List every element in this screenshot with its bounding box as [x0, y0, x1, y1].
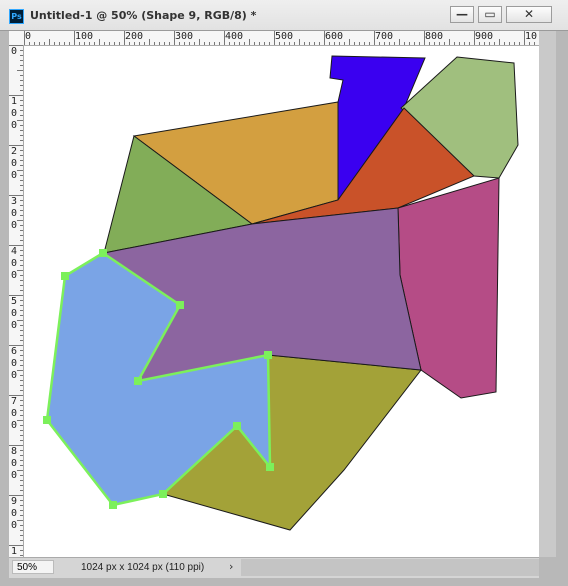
- horizontal-ruler[interactable]: 0 100 200 300 400 500 600 700 800 900 10: [9, 31, 539, 46]
- ruler-label: 0: [11, 46, 18, 57]
- ruler-label: 500: [11, 296, 18, 331]
- anchor-point-handle[interactable]: [266, 463, 274, 471]
- photoshop-app-icon: Ps: [9, 9, 24, 24]
- anchor-point-handle[interactable]: [233, 422, 241, 430]
- anchor-point-handle[interactable]: [109, 501, 117, 509]
- ruler-label: 10: [525, 31, 538, 42]
- minimize-button[interactable]: —: [450, 6, 474, 23]
- ruler-label: 200: [11, 146, 18, 181]
- vertical-scrollbar[interactable]: [539, 31, 556, 557]
- maximize-button[interactable]: ▭: [478, 6, 502, 23]
- anchor-point-handle[interactable]: [61, 272, 69, 280]
- ruler-label: 1: [11, 546, 18, 557]
- anchor-point-handle[interactable]: [99, 249, 107, 257]
- ruler-label: 300: [11, 196, 18, 231]
- close-button[interactable]: ✕: [506, 6, 552, 23]
- document-info: 1024 px x 1024 px (110 ppi): [81, 562, 205, 573]
- ruler-label: 700: [375, 31, 394, 42]
- anchor-point-handle[interactable]: [176, 301, 184, 309]
- ruler-label: 400: [225, 31, 244, 42]
- vertical-ruler[interactable]: 0 100 200 300 400 500 600 700 800 900 1: [9, 45, 24, 557]
- document-window: Ps Untitled-1 @ 50% (Shape 9, RGB/8) * —…: [0, 0, 568, 586]
- ruler-label: 800: [11, 446, 18, 481]
- ruler-label: 900: [11, 496, 18, 531]
- document-canvas[interactable]: [24, 46, 539, 557]
- status-menu-arrow[interactable]: ›: [229, 560, 233, 573]
- anchor-point-handle[interactable]: [134, 377, 142, 385]
- ruler-label: 100: [75, 31, 94, 42]
- ruler-label: 700: [11, 396, 18, 431]
- anchor-point-handle[interactable]: [159, 490, 167, 498]
- ruler-label: 600: [325, 31, 344, 42]
- horizontal-scrollbar[interactable]: [241, 559, 539, 576]
- title-bar[interactable]: Ps Untitled-1 @ 50% (Shape 9, RGB/8) * —…: [0, 0, 568, 31]
- ruler-label: 100: [11, 96, 18, 131]
- ruler-label: 500: [275, 31, 294, 42]
- ruler-label: 900: [475, 31, 494, 42]
- anchor-point-handle[interactable]: [264, 351, 272, 359]
- ruler-label: 600: [11, 346, 18, 381]
- ruler-label: 200: [125, 31, 144, 42]
- ruler-label: 800: [425, 31, 444, 42]
- status-bar: 50% 1024 px x 1024 px (110 ppi) ›: [9, 557, 539, 578]
- ruler-label: 0: [25, 31, 32, 42]
- ruler-label: 400: [11, 246, 18, 281]
- zoom-level-field[interactable]: 50%: [12, 560, 54, 574]
- ruler-label: 300: [175, 31, 194, 42]
- window-title: Untitled-1 @ 50% (Shape 9, RGB/8) *: [30, 9, 257, 22]
- anchor-point-handle[interactable]: [43, 416, 51, 424]
- artwork: [24, 46, 539, 557]
